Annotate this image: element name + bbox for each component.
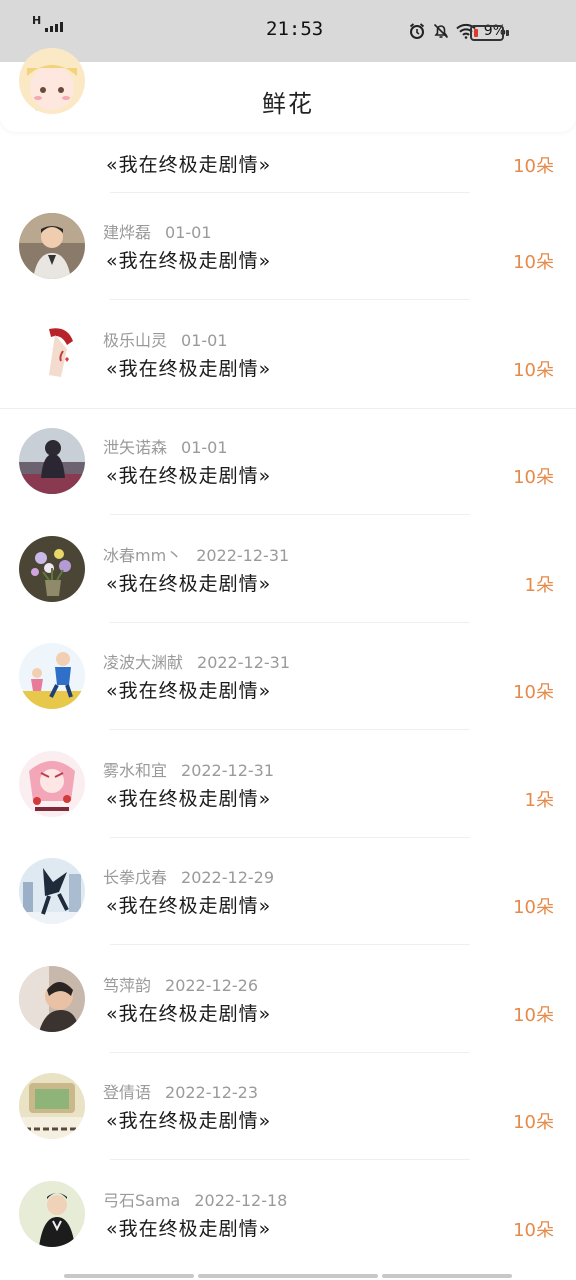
avatar xyxy=(19,1180,85,1247)
sender-date: 2022-12-31 xyxy=(196,545,290,565)
home-indicator[interactable] xyxy=(64,1274,194,1278)
book-title: «我在终极走剧情» xyxy=(106,680,272,702)
sender-name: 泄矢诺森 xyxy=(103,438,168,457)
sender-name: 雾水和宜 xyxy=(103,760,168,780)
sender-name: 登倩语 xyxy=(103,1083,152,1102)
status-bar: H 21:53 9% xyxy=(0,0,576,62)
sender-date: 2022-12-29 xyxy=(181,868,274,887)
book-title: «我在终极走剧情» xyxy=(106,250,272,272)
list-item[interactable]: 极乐山灵 01-01 «我在终极走剧情» 10朵 xyxy=(0,308,576,416)
avatar xyxy=(19,213,85,279)
sender-name: 凌波大渊献 xyxy=(103,653,184,672)
book-title: «我在终极走剧情» xyxy=(106,1217,272,1240)
divider xyxy=(110,729,470,730)
sender-name: 极乐山灵 xyxy=(103,330,168,350)
sender-name: 弓石Sama xyxy=(103,1190,181,1210)
flower-amount: 10朵 xyxy=(513,1219,554,1241)
avatar xyxy=(19,643,85,709)
list-item[interactable]: 凌波大渊献 2022-12-31 «我在终极走剧情» 10朵 xyxy=(0,630,576,738)
sender-date: 2022-12-31 xyxy=(197,653,290,672)
battery-icon xyxy=(470,25,504,41)
sender-meta: 建烨磊 01-01 xyxy=(103,219,212,243)
list-item[interactable]: 笃萍韵 2022-12-26 «我在终极走剧情» 10朵 xyxy=(0,953,576,1061)
home-indicator[interactable] xyxy=(382,1274,512,1278)
sender-meta: 泄矢诺森 01-01 xyxy=(103,434,228,458)
sender-name: 笃萍韵 xyxy=(103,975,152,995)
sender-name: 冰春mm丶 xyxy=(103,545,183,565)
signal-icon: H xyxy=(32,15,64,32)
sender-date: 01-01 xyxy=(165,223,212,242)
list-item[interactable]: 泄矢诺森 01-01 «我在终极走剧情» 10朵 xyxy=(0,415,576,523)
avatar xyxy=(19,750,85,817)
flower-amount: 1朵 xyxy=(524,789,554,811)
book-title: «我在终极走剧情» xyxy=(106,465,272,487)
sender-date: 01-01 xyxy=(181,330,228,350)
flower-amount: 10朵 xyxy=(513,1112,554,1133)
alarm-icon xyxy=(409,23,424,39)
sender-meta: 弓石Sama 2022-12-18 xyxy=(103,1187,287,1211)
sender-meta: 登倩语 2022-12-23 xyxy=(103,1079,258,1103)
flower-amount: 10朵 xyxy=(513,359,554,381)
sender-meta: 笃萍韵 2022-12-26 xyxy=(103,972,258,996)
book-title: «我在终极走剧情» xyxy=(106,895,272,917)
sender-name: 建烨磊 xyxy=(103,223,152,242)
list-item[interactable]: 登倩语 2022-12-23 «我在终极走剧情» 10朵 xyxy=(0,1060,576,1168)
home-indicator[interactable] xyxy=(198,1274,378,1278)
divider xyxy=(0,407,576,409)
divider xyxy=(110,621,470,623)
list-item[interactable]: 长拳戊春 2022-12-29 «我在终极走剧情» 10朵 xyxy=(0,845,576,953)
flower-amount: 10朵 xyxy=(513,1004,554,1026)
divider xyxy=(110,299,470,300)
divider xyxy=(110,1159,470,1160)
flower-amount: 10朵 xyxy=(513,897,554,918)
avatar xyxy=(19,965,85,1032)
network-type: H xyxy=(32,14,42,27)
avatar xyxy=(19,428,85,494)
book-title: «我在终极走剧情» xyxy=(106,1110,272,1132)
sender-date: 2022-12-26 xyxy=(165,975,258,995)
sender-meta: 雾水和宜 2022-12-31 xyxy=(103,757,274,781)
divider xyxy=(110,944,470,945)
avatar xyxy=(19,1073,85,1139)
flower-amount: 10朵 xyxy=(513,467,554,488)
sender-meta: 长拳戊春 2022-12-29 xyxy=(103,864,274,888)
list-item[interactable]: «我在终极走剧情» 10朵 xyxy=(0,48,576,193)
book-title: «我在终极走剧情» xyxy=(106,787,272,810)
mute-bell-icon xyxy=(433,23,448,39)
avatar xyxy=(19,858,85,924)
avatar xyxy=(19,535,85,602)
book-title: «我在终极走剧情» xyxy=(106,1002,272,1025)
book-title: «我在终极走剧情» xyxy=(106,357,272,380)
sender-date: 01-01 xyxy=(181,438,228,457)
flower-amount: 10朵 xyxy=(513,682,554,703)
avatar xyxy=(19,320,85,387)
divider xyxy=(110,514,470,515)
avatar xyxy=(19,48,85,114)
book-title: «我在终极走剧情» xyxy=(106,572,272,595)
list-item[interactable]: 雾水和宜 2022-12-31 «我在终极走剧情» 1朵 xyxy=(0,738,576,846)
sender-date: 2022-12-23 xyxy=(165,1083,258,1102)
sender-name: 长拳戊春 xyxy=(103,868,168,887)
flower-amount: 10朵 xyxy=(513,252,554,273)
sender-date: 2022-12-18 xyxy=(194,1190,288,1210)
flower-amount: 1朵 xyxy=(524,574,554,596)
sender-meta: 凌波大渊献 2022-12-31 xyxy=(103,649,290,673)
sender-meta: 冰春mm丶 2022-12-31 xyxy=(103,542,289,566)
divider xyxy=(110,1051,470,1053)
divider xyxy=(110,836,470,838)
list-item[interactable]: 建烨磊 01-01 «我在终极走剧情» 10朵 xyxy=(0,200,576,308)
flower-amount: 10朵 xyxy=(513,156,554,177)
divider xyxy=(110,192,470,193)
status-time: 21:53 xyxy=(266,18,324,40)
sender-meta: 极乐山灵 01-01 xyxy=(103,327,228,351)
list-item[interactable]: 冰春mm丶 2022-12-31 «我在终极走剧情» 1朵 xyxy=(0,523,576,631)
sender-date: 2022-12-31 xyxy=(181,760,274,780)
list-item[interactable]: 弓石Sama 2022-12-18 «我在终极走剧情» 10朵 xyxy=(0,1168,576,1276)
book-title: «我在终极走剧情» xyxy=(106,154,272,176)
